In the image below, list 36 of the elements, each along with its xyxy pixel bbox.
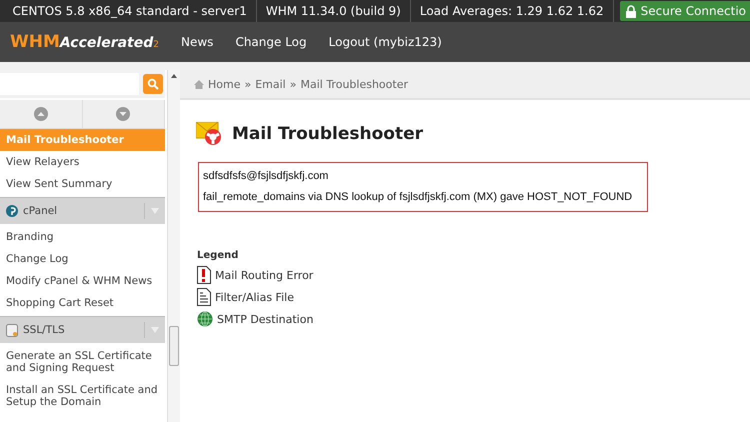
collapse-icon[interactable] [151,327,160,333]
nav-link[interactable]: Change Log [235,35,307,49]
group-label: SSL/TLS [23,324,65,336]
legend-label: SMTP Destination [217,312,314,326]
legend-label: Mail Routing Error [215,268,314,282]
certificate-icon [6,324,18,336]
result-line: sdfsdfsfs@fsjlsdfjskfj.com [203,169,330,184]
breadcrumb-current: Mail Troubleshooter [300,78,408,90]
cpanel-icon [6,205,18,217]
breadcrumb-link[interactable]: Email [255,78,286,90]
search-button[interactable] [143,74,164,94]
scroll-up-icon[interactable] [34,107,48,121]
mail-lifebuoy-icon [196,122,224,146]
sidebar-group-header[interactable]: SSL/TLS [0,316,166,343]
secure-connection-badge[interactable]: Secure Connectio [620,1,750,21]
nav-link[interactable]: Logout (mybiz123) [328,35,442,49]
globe-icon [197,311,213,327]
scrollbar-thumb[interactable] [169,326,180,366]
search-icon [147,78,160,90]
group-label: cPanel [23,205,58,217]
page-title: Mail Troubleshooter [232,124,424,144]
lock-icon [626,4,636,18]
breadcrumb-separator: » [290,78,296,90]
scroll-up-arrow-icon[interactable] [171,74,178,78]
result-line: fail_remote_domains via DNS lookup of fsjlsdfjskfj.com (MX) gave HOST_NOT_FOUND [203,190,634,205]
collapse-icon[interactable] [151,208,160,214]
nav-link[interactable]: News [181,35,214,49]
document-icon [197,288,211,306]
sidebar-group-header[interactable]: cPanel [0,197,166,224]
breadcrumb-link[interactable]: Home [208,78,240,90]
scroll-down-icon[interactable] [116,107,130,121]
home-icon [194,80,204,88]
legend-title: Legend [197,250,240,261]
error-document-icon [197,266,211,284]
legend-label: Filter/Alias File [215,290,294,304]
breadcrumb-separator: » [244,78,252,90]
